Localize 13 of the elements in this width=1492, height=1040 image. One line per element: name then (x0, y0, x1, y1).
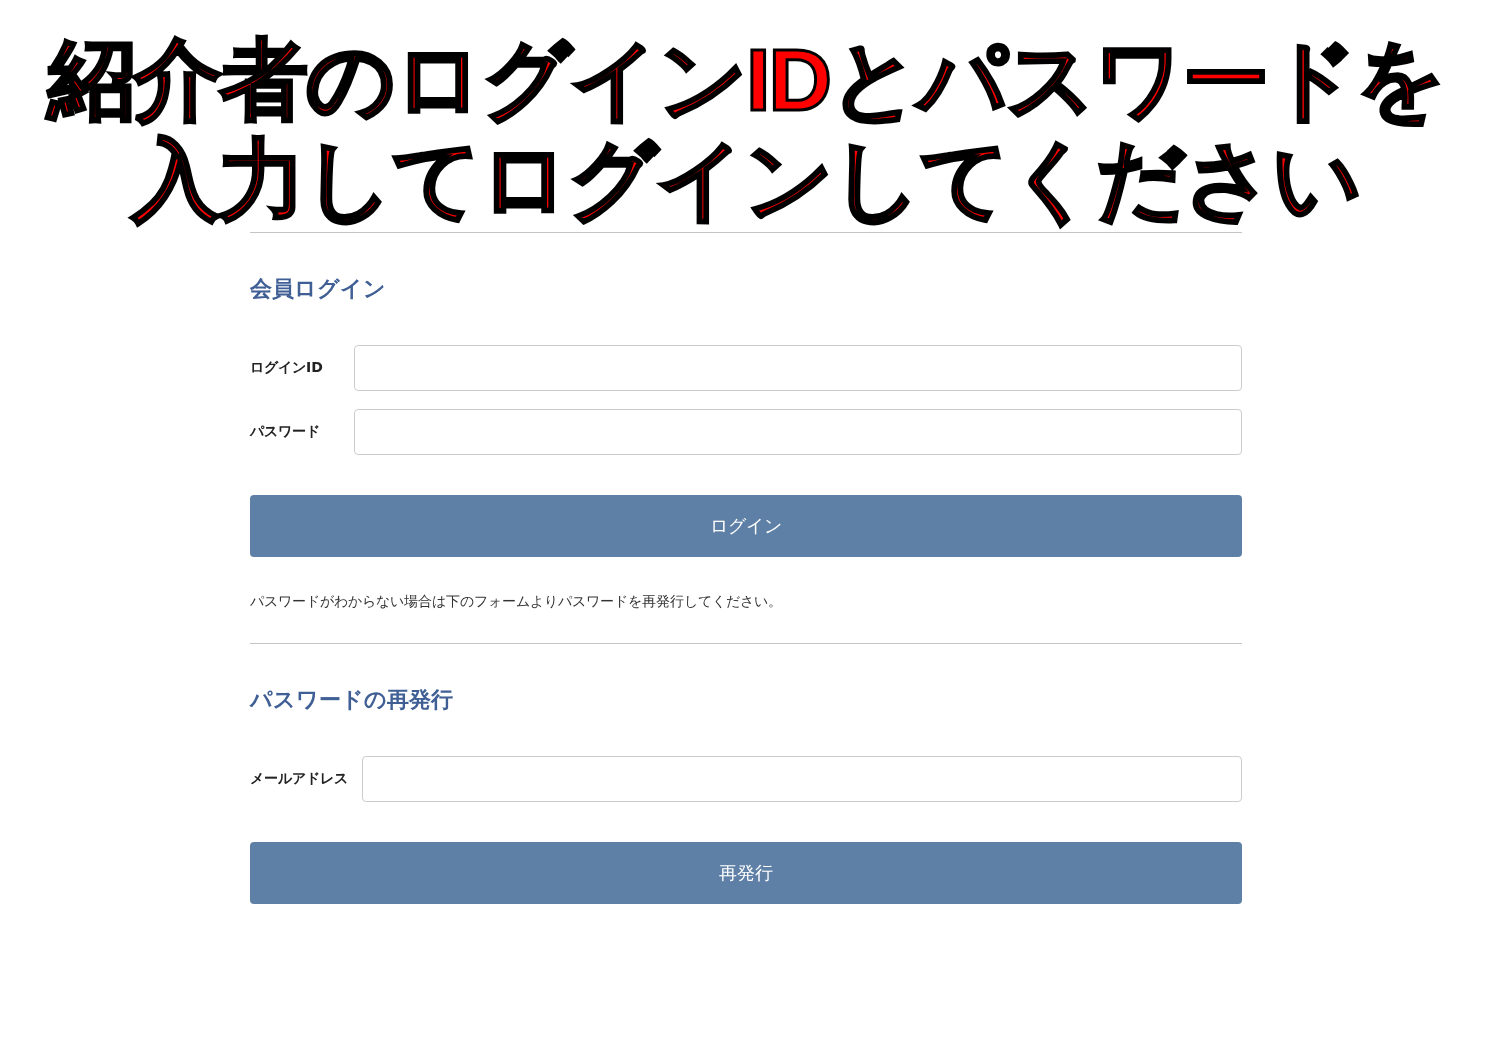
annotation-text: 紹介者のログインIDとパスワードを (48, 30, 1444, 130)
field-label: メールアドレス (250, 770, 348, 788)
submit-button[interactable]: ログイン (250, 495, 1242, 557)
input-field[interactable] (362, 756, 1242, 802)
input-field[interactable] (354, 409, 1242, 455)
field-label: ログインID (250, 359, 324, 377)
field-label: パスワード (250, 423, 321, 441)
section-heading: 会員ログイン (250, 275, 386, 303)
input-field[interactable] (354, 345, 1242, 391)
annotation-text: 入力してログインしてください (132, 130, 1360, 230)
submit-button[interactable]: 再発行 (250, 842, 1242, 904)
help-text: パスワードがわからない場合は下のフォームよりパスワードを再発行してください。 (250, 592, 783, 611)
section-heading: パスワードの再発行 (250, 686, 453, 714)
